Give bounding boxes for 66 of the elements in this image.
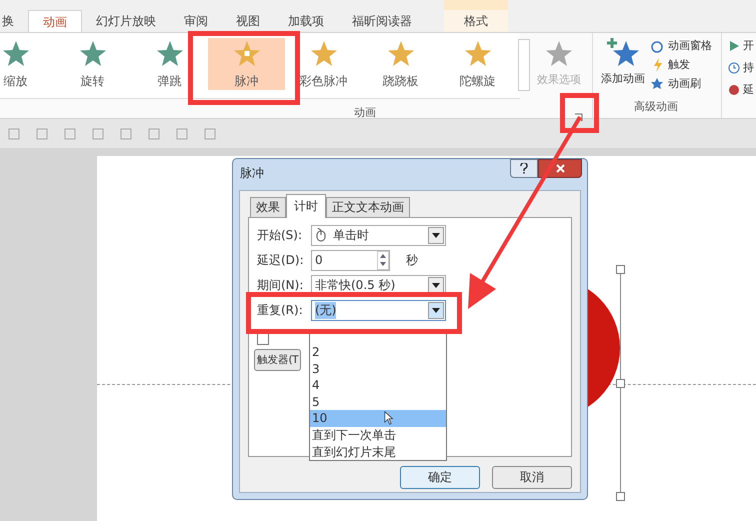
close-icon [556,164,564,173]
ribbon-tab[interactable]: 动画 [28,10,82,32]
dropdown-option[interactable]: 4 [310,377,446,394]
ribbon-command[interactable]: 动画窗格 [651,38,712,53]
question-mark-icon [520,163,528,174]
add-animation-button[interactable]: 添加动画 [597,33,649,99]
resize-handle[interactable] [616,379,625,388]
mouse-pointer-icon [384,411,394,425]
animation-effect[interactable]: 脉冲 [208,38,285,90]
group-label: 动画 [353,105,377,120]
dialog-tab[interactable]: 正文文本动画 [326,197,410,217]
dropdown-option[interactable]: 直到下一次单击 [310,426,446,444]
gallery-scrollbar[interactable] [518,39,530,91]
field-label: 期间(N): [257,276,304,294]
play-icon [728,40,740,52]
star-icon [544,39,574,69]
ribbon-command[interactable]: 动画刷 [651,76,712,91]
ribbon-tab[interactable]: 格式 [444,0,508,32]
field-label: 开始(S): [257,226,304,244]
dialog-title: 脉冲 [240,165,264,182]
resize-handle[interactable] [616,492,625,501]
dialog-tab[interactable]: 计时 [286,194,326,218]
dropdown-option[interactable]: 10 [310,410,446,427]
dropdown-option[interactable]: 5 [310,394,446,410]
resize-handle[interactable] [616,265,625,274]
ribbon-command[interactable]: 持 [728,60,754,75]
group-label: 高级动画 [633,99,679,114]
ribbon-tab[interactable]: 加载项 [274,10,338,32]
ribbon-command[interactable]: 延 [728,82,754,97]
clock-icon [728,62,740,74]
dropdown-arrow-icon [432,308,440,312]
animation-effect[interactable]: 弹跳 [131,38,208,90]
mouse-icon [315,228,327,242]
delay-spinbox[interactable]: 0 [311,250,390,270]
ribbon-tab[interactable]: 审阅 [170,10,222,32]
dropdown-option[interactable]: 3 [310,360,446,378]
ribbon-tab[interactable]: 幻灯片放映 [82,10,170,32]
checkbox[interactable] [257,333,269,345]
ribbon-command[interactable]: 开 [728,38,754,53]
dialog-tab[interactable]: 效果 [250,197,286,217]
dropdown-arrow-icon [432,232,440,238]
ribbon-command[interactable]: 触发 [651,57,712,72]
field-label: 延迟(D): [257,252,305,268]
cancel-button[interactable]: 取消 [492,466,572,489]
ok-button[interactable]: 确定 [400,466,480,489]
dropdown-option[interactable]: 直到幻灯片末尾 [310,444,446,460]
help-button[interactable] [510,159,538,178]
repeat-dropdown[interactable]: (无) [311,300,446,320]
ribbon-tab[interactable]: 视图 [222,10,274,32]
lightning-icon [651,58,665,72]
dropdown-arrow-icon [432,282,440,288]
ribbon-tab[interactable]: 换 [0,10,28,32]
unit-label: 秒 [406,252,418,268]
dropdown-option[interactable]: 2 [310,344,446,361]
ribbon-tab[interactable]: 福昕阅读器 [338,10,426,32]
animation-effect[interactable]: 缩放 [0,38,54,90]
animation-effect[interactable]: 跷跷板 [362,38,439,90]
spinner-arrows-icon [378,252,388,268]
animation-effect[interactable]: 陀螺旋 [439,38,516,90]
trigger-button[interactable]: 触发器(T [254,349,302,371]
field-label: 重复(R): [257,302,304,318]
dialog-launcher-icon[interactable] [574,113,583,122]
highlight-frame [560,93,599,133]
start-dropdown[interactable]: 单击时 [311,224,446,246]
animation-effect[interactable]: 旋转 [54,38,131,90]
animation-effect[interactable]: 彩色脉冲 [285,38,362,90]
